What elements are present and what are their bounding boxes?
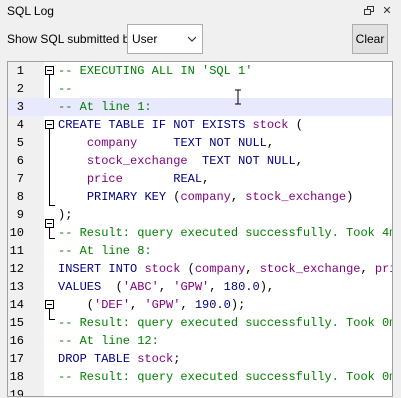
code-line[interactable]: 14 ('DEF', 'GPW', 190.0); bbox=[8, 296, 392, 314]
code-text: -- Result: query executed successfully. … bbox=[58, 226, 393, 240]
line-number: 17 bbox=[9, 352, 24, 366]
code-line[interactable]: 9); bbox=[8, 206, 392, 224]
code-text: -- bbox=[58, 82, 73, 96]
chevron-down-icon bbox=[187, 36, 197, 42]
panel-title: SQL Log bbox=[7, 4, 54, 18]
code-line[interactable]: 19 bbox=[8, 386, 392, 397]
line-number: 10 bbox=[9, 226, 24, 240]
line-number: 5 bbox=[16, 136, 24, 150]
code-text: -- Result: query executed successfully. … bbox=[58, 370, 393, 384]
code-line[interactable]: 17 DROP TABLE stock; bbox=[8, 350, 392, 368]
title-bar: SQL Log ✕ bbox=[0, 0, 401, 24]
code-line[interactable]: 11 -- At line 8: bbox=[8, 242, 392, 260]
line-number: 8 bbox=[16, 190, 24, 204]
code-text: VALUES ('ABC', 'GPW', 180.0), bbox=[58, 280, 275, 294]
clear-button[interactable]: Clear bbox=[352, 24, 388, 54]
code-line[interactable]: 4 CREATE TABLE IF NOT EXISTS stock ( bbox=[8, 116, 392, 134]
code-line[interactable]: 13 VALUES ('ABC', 'GPW', 180.0), bbox=[8, 278, 392, 296]
code-line[interactable]: 7 price REAL, bbox=[8, 170, 392, 188]
line-number: 15 bbox=[9, 316, 24, 330]
code-line[interactable]: 5 company TEXT NOT NULL, bbox=[8, 134, 392, 152]
line-number: 12 bbox=[9, 262, 24, 276]
code-line[interactable]: 18 -- Result: query executed successfully… bbox=[8, 368, 393, 386]
line-number: 7 bbox=[16, 172, 24, 186]
line-number: 3 bbox=[16, 100, 24, 114]
line-number: 16 bbox=[9, 334, 24, 348]
line-number: 18 bbox=[9, 370, 24, 384]
code-text: PRIMARY KEY (company, stock_exchange) bbox=[86, 190, 354, 204]
code-text: ('DEF', 'GPW', 190.0); bbox=[58, 298, 246, 312]
line-number: 9 bbox=[16, 208, 24, 222]
code-line[interactable]: 8 PRIMARY KEY (company, stock_exchange) bbox=[8, 188, 392, 206]
text-cursor-icon bbox=[235, 89, 241, 105]
code-text: price REAL, bbox=[86, 172, 210, 186]
line-number: 13 bbox=[9, 280, 24, 294]
code-line[interactable]: 16 -- At line 12: bbox=[8, 332, 392, 350]
float-window-icon[interactable] bbox=[362, 4, 376, 18]
code-text: ); bbox=[58, 208, 73, 222]
close-icon[interactable]: ✕ bbox=[380, 4, 394, 18]
filter-label: Show SQL submitted by bbox=[7, 32, 136, 46]
code-text: -- At line 12: bbox=[58, 334, 159, 348]
submitted-by-value: User bbox=[132, 32, 158, 46]
code-text: company TEXT NOT NULL, bbox=[86, 136, 275, 150]
code-text: -- At line 1: bbox=[58, 100, 152, 114]
code-text: CREATE TABLE IF NOT EXISTS stock ( bbox=[58, 118, 303, 132]
code-line[interactable]: 15 -- Result: query executed successfully… bbox=[8, 314, 393, 332]
code-text: DROP TABLE stock; bbox=[58, 352, 181, 366]
code-text: -- At line 8: bbox=[58, 244, 152, 258]
line-number: 14 bbox=[9, 298, 24, 312]
code-text: -- EXECUTING ALL IN 'SQL 1' bbox=[58, 64, 253, 78]
code-line[interactable]: 12 INSERT INTO stock (company, stock_exch… bbox=[8, 260, 392, 278]
line-number: 4 bbox=[16, 118, 24, 132]
line-number: 11 bbox=[9, 244, 24, 258]
code-line[interactable]: 6 stock_exchange TEXT NOT NULL, bbox=[8, 152, 392, 170]
sql-log-editor[interactable]: 1 -- EXECUTING ALL IN 'SQL 1' 2 -- 3 -- At li… bbox=[7, 61, 393, 397]
code-line[interactable]: 3 -- At line 1: bbox=[8, 98, 392, 116]
code-line[interactable]: 10 -- Result: query executed successfully… bbox=[8, 224, 393, 242]
line-number: 2 bbox=[16, 82, 24, 96]
code-text: INSERT INTO stock (company, stock_exchan… bbox=[58, 262, 392, 276]
code-line[interactable]: 1 -- EXECUTING ALL IN 'SQL 1' bbox=[8, 62, 392, 80]
code-text: stock_exchange TEXT NOT NULL, bbox=[86, 154, 303, 168]
line-number: 1 bbox=[16, 64, 24, 78]
line-number: 6 bbox=[16, 154, 24, 168]
line-number: 19 bbox=[9, 388, 24, 397]
code-text: -- Result: query executed successfully. … bbox=[58, 316, 393, 330]
code-line[interactable]: 2 -- bbox=[8, 80, 392, 98]
submitted-by-select[interactable]: User bbox=[127, 24, 203, 54]
